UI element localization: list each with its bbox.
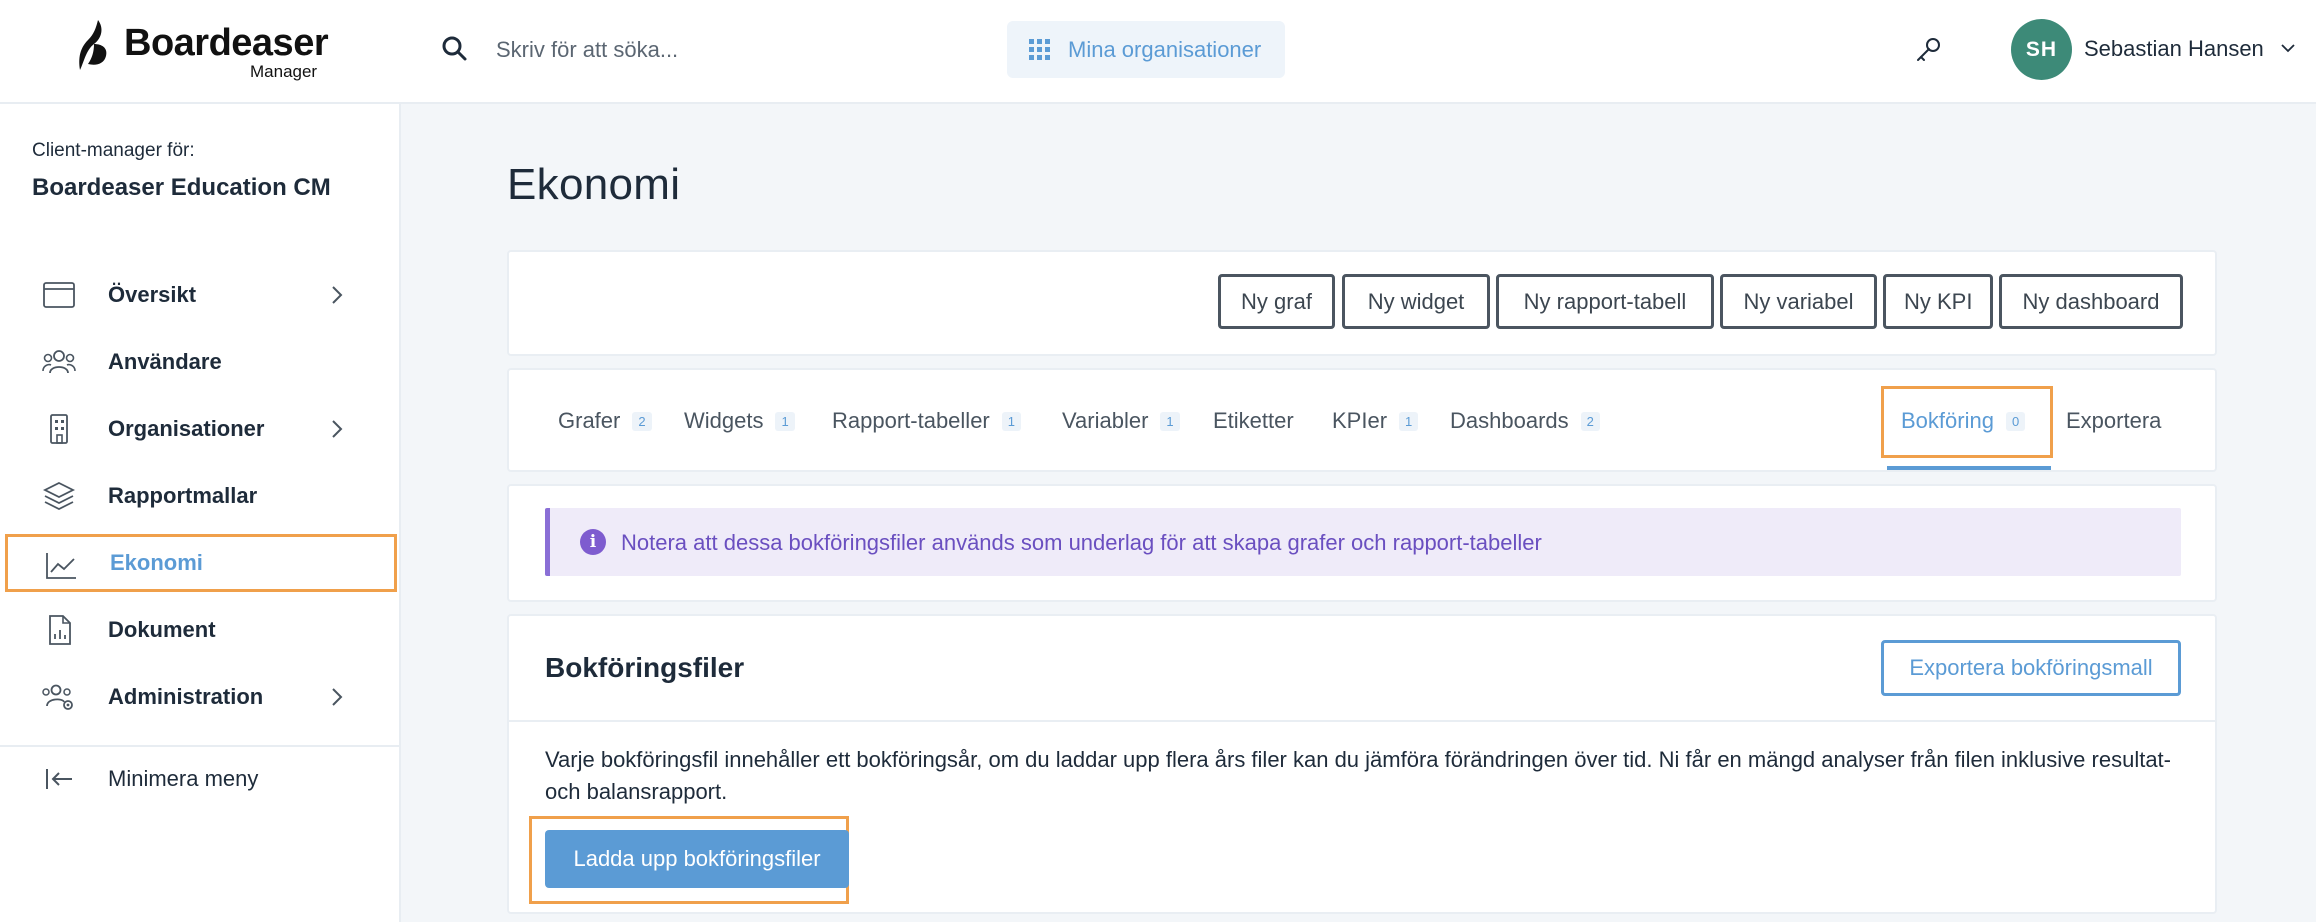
- tab-count-badge: 1: [1001, 411, 1021, 431]
- sidebar-item-label: Översikt: [108, 282, 197, 307]
- tab-exportera[interactable]: Exportera: [2066, 408, 2161, 434]
- new-kpi-button[interactable]: Ny KPI: [1883, 274, 1993, 329]
- brand-name: Boardeaser: [124, 22, 329, 64]
- actions-card: Ny graf Ny widget Ny rapport-tabell Ny v…: [507, 250, 2217, 356]
- tab-variabler[interactable]: Variabler 1: [1062, 408, 1180, 434]
- tab-grafer[interactable]: Grafer 2: [558, 408, 652, 434]
- tab-label: KPIer: [1332, 408, 1388, 433]
- sidebar-item-dokument[interactable]: Dokument: [6, 601, 396, 659]
- sidebar-item-oversikt[interactable]: Översikt: [6, 266, 396, 324]
- search-input[interactable]: [496, 28, 956, 72]
- sidebar-item-administration[interactable]: Administration: [6, 668, 396, 726]
- tab-count-badge: 1: [1399, 411, 1419, 431]
- sidebar-divider: [0, 745, 399, 747]
- minimize-menu-label: Minimera meny: [108, 766, 259, 791]
- sidebar-item-organisationer[interactable]: Organisationer: [6, 400, 396, 458]
- section-title: Bokföringsfiler: [545, 652, 745, 683]
- info-notice: i Notera att dessa bokföringsfiler använ…: [545, 508, 2181, 576]
- leaf-logo-icon: [79, 20, 107, 70]
- sidebar-item-label: Administration: [108, 684, 264, 709]
- tab-label: Rapport-tabeller: [832, 408, 990, 433]
- building-icon: [50, 414, 68, 444]
- tab-count-badge: 1: [1160, 411, 1180, 431]
- collapse-left-icon: [46, 769, 72, 789]
- sidebar-item-ekonomi[interactable]: Ekonomi: [5, 534, 397, 592]
- sidebar-item-label: Ekonomi: [110, 550, 203, 575]
- document-icon: [49, 615, 71, 645]
- tab-count-badge: 0: [2005, 411, 2026, 431]
- notice-text: Notera att dessa bokföringsfiler används…: [621, 530, 1542, 555]
- tab-widgets[interactable]: Widgets 1: [684, 408, 795, 434]
- tab-bokforing[interactable]: Bokföring 0: [1901, 408, 2026, 434]
- notice-card: i Notera att dessa bokföringsfiler använ…: [507, 484, 2217, 602]
- section-divider: [509, 720, 2215, 722]
- chevron-right-icon: [332, 286, 343, 304]
- client-manager-label: Client-manager för:: [32, 140, 195, 161]
- brand-subtitle: Manager: [250, 62, 318, 81]
- tab-label: Etiketter: [1213, 408, 1294, 433]
- my-organizations-label: Mina organisationer: [1068, 36, 1262, 62]
- sidebar-item-label: Rapportmallar: [108, 483, 258, 508]
- client-manager-name: Boardeaser Education CM: [32, 174, 331, 201]
- avatar[interactable]: SH: [2011, 19, 2072, 80]
- layers-icon: [42, 481, 76, 511]
- accounting-files-card: Bokföringsfiler Exportera bokföringsmall…: [507, 614, 2217, 914]
- tab-label: Variabler: [1062, 408, 1149, 433]
- new-dashboard-button[interactable]: Ny dashboard: [1999, 274, 2183, 329]
- chevron-down-icon[interactable]: [2278, 38, 2298, 58]
- sidebar-item-label: Dokument: [108, 617, 216, 642]
- tabs-card: Grafer 2 Widgets 1 Rapport-tabeller 1 Va…: [507, 368, 2217, 472]
- sidebar-item-label: Användare: [108, 349, 222, 374]
- chevron-right-icon: [332, 688, 343, 706]
- tab-dashboards[interactable]: Dashboards 2: [1450, 408, 1600, 434]
- users-gear-icon: [42, 684, 73, 710]
- tab-label: Exportera: [2066, 408, 2162, 433]
- my-organizations-button[interactable]: Mina organisationer: [1007, 21, 1285, 78]
- tab-label: Grafer: [558, 408, 621, 433]
- sidebar: Client-manager för: Boardeaser Education…: [0, 104, 401, 922]
- brand-logo[interactable]: Boardeaser Manager: [78, 16, 338, 86]
- user-name[interactable]: Sebastian Hansen: [2084, 36, 2264, 62]
- tab-label: Dashboards: [1450, 408, 1569, 433]
- page-title: Ekonomi: [507, 160, 681, 209]
- export-template-button[interactable]: Exportera bokföringsmall: [1881, 640, 2181, 696]
- minimize-menu-button[interactable]: Minimera meny: [6, 750, 396, 808]
- sidebar-item-label: Organisationer: [108, 416, 265, 441]
- sidebar-item-anvandare[interactable]: Användare: [6, 333, 396, 391]
- tab-label: Widgets: [684, 408, 764, 433]
- search-icon[interactable]: [440, 34, 470, 64]
- info-icon: i: [580, 529, 606, 555]
- new-graph-button[interactable]: Ny graf: [1218, 274, 1335, 329]
- tab-count-badge: 2: [1580, 411, 1600, 431]
- top-bar: Boardeaser Manager Mina organisationer S…: [0, 0, 2316, 104]
- tab-kpier[interactable]: KPIer 1: [1332, 408, 1419, 434]
- sidebar-item-rapportmallar[interactable]: Rapportmallar: [6, 467, 396, 525]
- tab-count-badge: 1: [775, 411, 795, 431]
- section-description: Varje bokföringsfil innehåller ett bokfö…: [545, 747, 2171, 804]
- new-variable-button[interactable]: Ny variabel: [1720, 274, 1877, 329]
- upload-files-button[interactable]: Ladda upp bokföringsfiler: [545, 830, 849, 888]
- key-icon[interactable]: [1912, 34, 1944, 66]
- tab-rapport-tabeller[interactable]: Rapport-tabeller 1: [832, 408, 1021, 434]
- grid-icon: [1029, 39, 1050, 60]
- chevron-right-icon: [332, 420, 343, 438]
- new-report-table-button[interactable]: Ny rapport-tabell: [1496, 274, 1714, 329]
- tab-label: Bokföring: [1901, 408, 1994, 433]
- new-widget-button[interactable]: Ny widget: [1342, 274, 1490, 329]
- tab-etiketter[interactable]: Etiketter: [1213, 408, 1294, 434]
- users-icon: [42, 350, 76, 374]
- line-chart-icon: [46, 553, 76, 579]
- browser-window-icon: [43, 282, 75, 308]
- active-tab-underline: [1887, 466, 2051, 470]
- tab-count-badge: 2: [632, 411, 652, 431]
